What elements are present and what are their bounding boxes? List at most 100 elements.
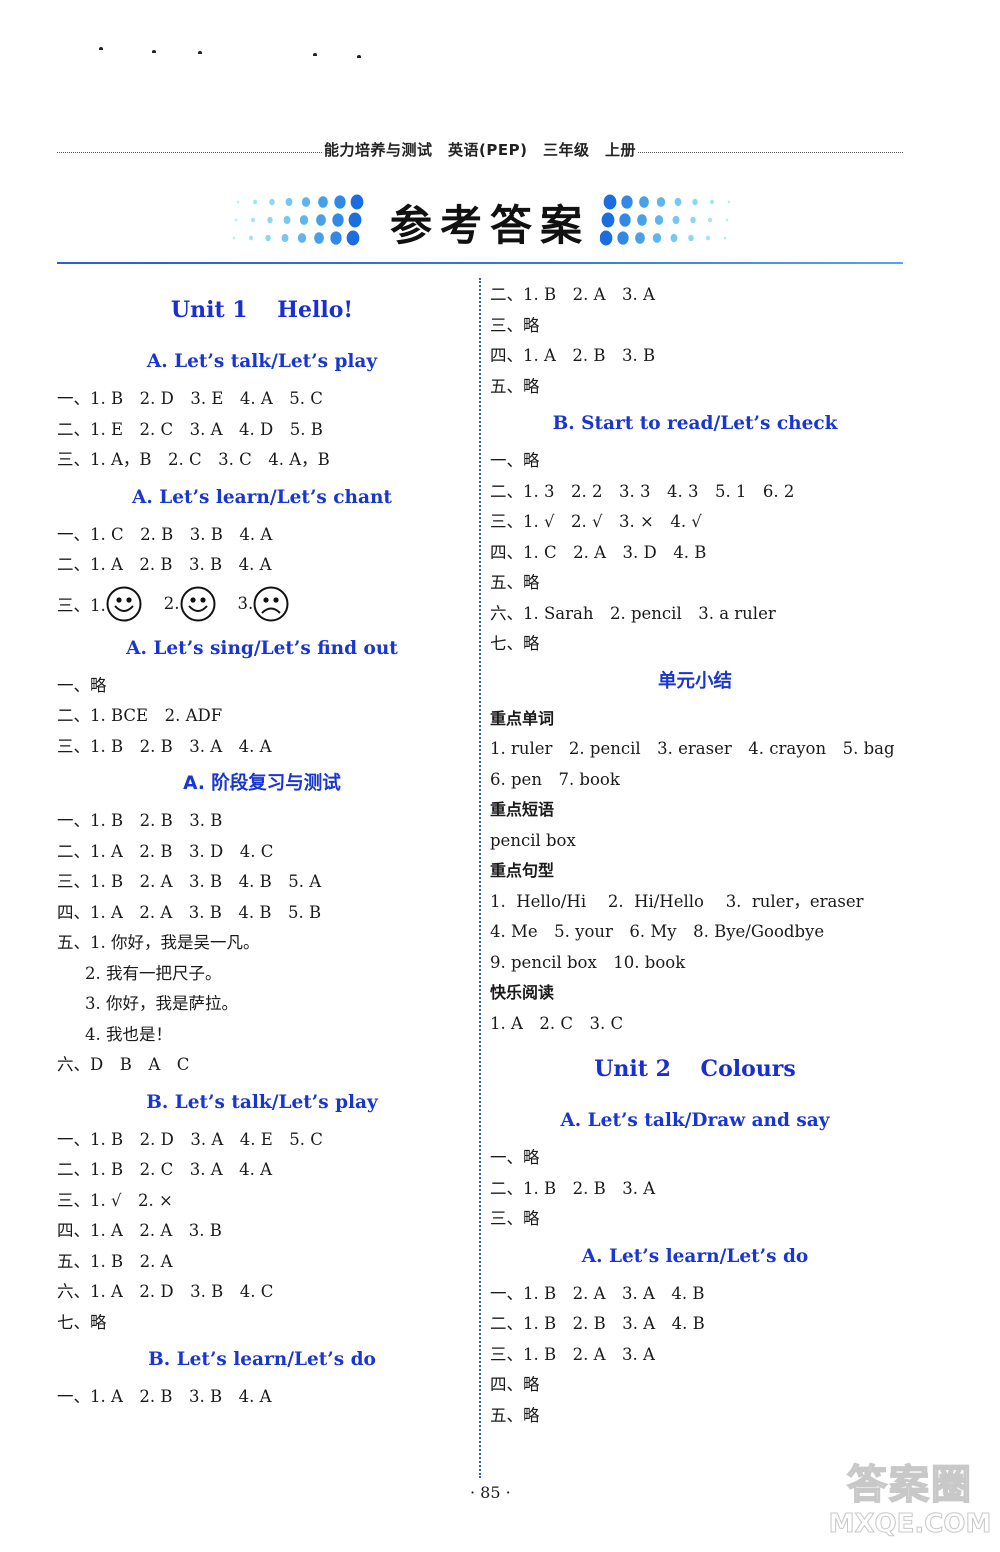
sad-face-icon (253, 586, 289, 621)
section-title: A. Let’s talk/Draw and say (560, 1110, 830, 1131)
answer-line: 二、1. A 2. B 3. D 4. C (57, 841, 274, 861)
answer-line: 一、1. A 2. B 3. B 4. A (57, 1387, 272, 1406)
decorative-dot (670, 233, 678, 243)
section-title: 单元小结 (657, 670, 732, 692)
answer-line: 五、1. B 2. A (57, 1251, 173, 1271)
section-title: B. Let’s talk/Let’s play (146, 1091, 378, 1113)
answer-line: 二、1. B 2. B 3. A (490, 1178, 656, 1198)
answer-line: 三、1. √ 2. √ 3. × 4. √ (490, 512, 702, 531)
sub-heading: 重点句型 (490, 861, 555, 880)
decorative-dot (350, 194, 364, 210)
running-header: 能力培养与测试 英语(PEP) 三年级 上册 (57, 138, 904, 160)
scan-mark (99, 47, 103, 50)
decorative-dot (603, 194, 617, 210)
dotted-leader (637, 151, 904, 153)
decorative-dot (281, 233, 289, 243)
decorative-dot (709, 199, 715, 205)
decorative-dot (346, 230, 360, 246)
answer-line: 4. 我也是！ (85, 1024, 172, 1044)
answer-line: 6. pen 7. book (490, 769, 620, 789)
happy-face-icon (180, 586, 215, 621)
decorative-dot (601, 212, 615, 228)
answer-label: 3. (237, 594, 254, 613)
decorative-dot (232, 236, 236, 240)
decorative-dot (707, 217, 713, 223)
decorative-dot (723, 236, 727, 240)
answer-line: 五、略 (490, 573, 540, 592)
answer-line: 六、D B A C (57, 1055, 190, 1074)
answer-line: 9. pencil box 10. book (490, 952, 686, 972)
decorative-dot (301, 197, 311, 207)
section-title: A. 阶段复习与测试 (183, 773, 341, 794)
decorative-dot (617, 231, 629, 245)
decorative-dot (283, 215, 291, 225)
decorative-dot (621, 195, 633, 209)
answer-line: 四、1. C 2. A 3. D 4. B (490, 542, 707, 562)
answer-line: 二、1. A 2. B 3. B 4. A (57, 555, 272, 574)
decorative-dot (639, 196, 649, 208)
answer-line: 一、略 (57, 675, 107, 695)
decorative-dot (600, 230, 613, 246)
section-title: A. Let’s sing/Let’s find out (126, 637, 398, 659)
answer-line: 四、1. A 2. B 3. B (490, 346, 656, 365)
decorative-dot (635, 232, 645, 244)
answer-line: 一、1. C 2. B 3. B 4. A (57, 524, 273, 544)
decorative-dot (285, 197, 293, 207)
decorative-dot (332, 213, 344, 227)
header-divider (57, 262, 903, 264)
right-column: 二、1. B 2. A 3. A 三、略 四、1. A 2. B 3. B 五、… (490, 280, 900, 1431)
answer-line: 一、略 (490, 1148, 540, 1167)
section-title: B. Start to read/Let’s check (552, 413, 838, 434)
column-divider (479, 278, 481, 1478)
unit-title: Unit 2 Colours (594, 1056, 796, 1082)
answer-line: 五、略 (490, 376, 540, 396)
unit-title: Unit 1 Hello! (170, 297, 354, 323)
watermark-en: MXQE.COM (828, 1509, 992, 1540)
answer-line: 二、1. B 2. C 3. A 4. A (57, 1160, 273, 1179)
decorative-dot (672, 215, 680, 225)
answer-line: 四、略 (490, 1375, 540, 1394)
answer-line: 七、略 (57, 1312, 107, 1332)
answer-line: 六、1. Sarah 2. pencil 3. a ruler (490, 603, 776, 623)
decorative-dot (674, 197, 682, 207)
smiley-answer-line: 三、1. 2. 3. (57, 581, 467, 627)
decorative-dots-left (232, 194, 364, 246)
sub-heading: 重点短语 (490, 800, 555, 819)
book-title: 能力培养与测试 英语(PEP) 三年级 上册 (324, 140, 636, 159)
sub-heading: 快乐阅读 (490, 983, 555, 1002)
answer-line: 一、1. B 2. D 3. E 4. A 5. C (57, 389, 323, 408)
answer-line: 一、1. B 2. D 3. A 4. E 5. C (57, 1129, 323, 1149)
decorative-dot (334, 195, 346, 209)
decorative-dot (234, 218, 238, 222)
section-title: A. Let’s learn/Let’s do (581, 1245, 809, 1267)
section-title: A. Let’s talk/Let’s play (146, 351, 378, 372)
decorative-dot (299, 215, 309, 225)
answer-line: 三、略 (490, 315, 540, 335)
left-column: Unit 1 Hello! A. Let’s talk/Let’s play 一… (57, 280, 467, 1413)
decorative-dot (637, 214, 647, 226)
decorative-dot (692, 198, 698, 206)
dotted-leader (57, 151, 323, 153)
banner-title: 参考答案 (389, 201, 590, 250)
answer-line: 三、1. B 2. A 3. B 4. B 5. A (57, 872, 322, 891)
answer-line: 二、1. BCE 2. ADF (57, 706, 223, 725)
scan-mark (198, 51, 202, 54)
decorative-dot (619, 213, 631, 227)
decorative-dot (727, 200, 731, 204)
answer-line: 五、略 (490, 1405, 540, 1425)
answer-line: 五、1. 你好，我是吴一凡。 (57, 933, 260, 952)
decorative-dot (236, 200, 240, 204)
answer-line: 七、略 (490, 634, 540, 653)
decorative-dot (250, 217, 256, 223)
decorative-dot (705, 235, 711, 241)
answer-label: 2. (163, 594, 180, 613)
decorative-dot (688, 234, 694, 242)
answer-line: 三、略 (490, 1209, 540, 1228)
decorative-dot (316, 214, 326, 226)
answer-key-banner: 参考答案 (230, 190, 750, 250)
answer-line: 二、1. B 2. B 3. A 4. B (490, 1314, 705, 1333)
decorative-dots-right (600, 194, 731, 246)
answer-line: 二、1. 3 2. 2 3. 3 4. 3 5. 1 6. 2 (490, 481, 795, 501)
section-title: B. Let’s learn/Let’s do (148, 1349, 376, 1370)
decorative-dot (318, 196, 328, 208)
